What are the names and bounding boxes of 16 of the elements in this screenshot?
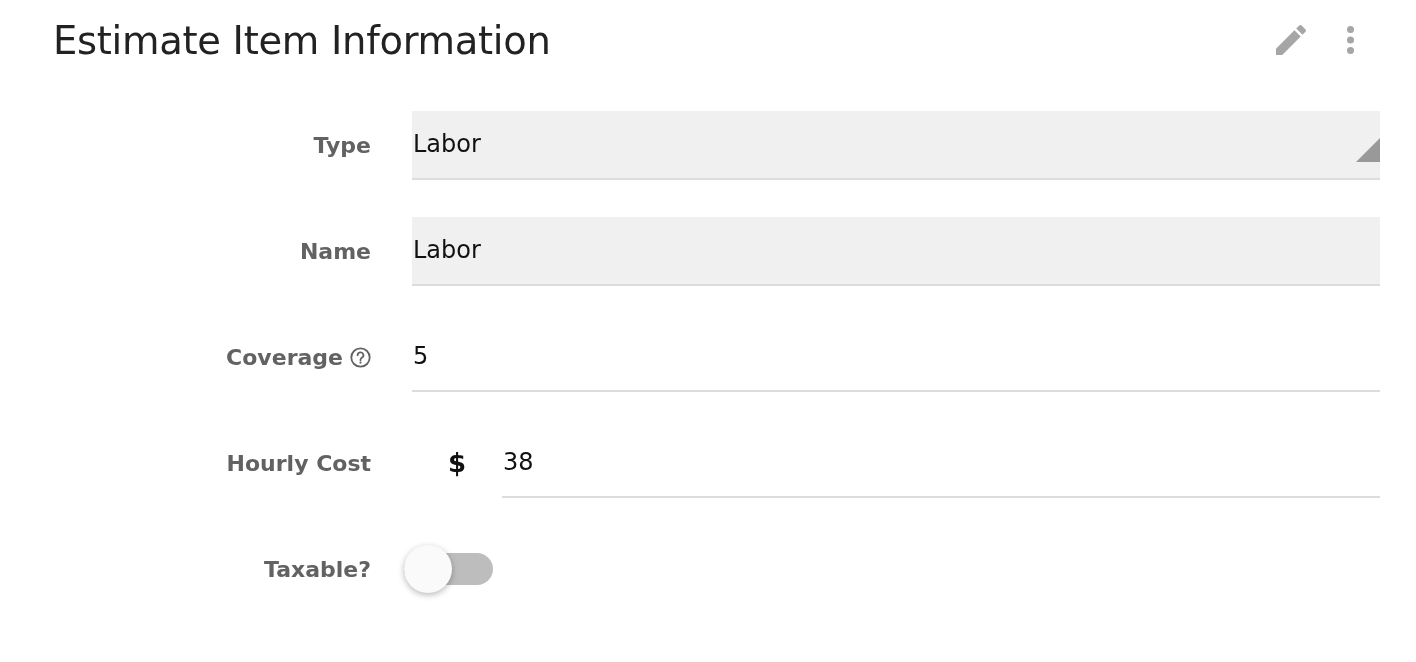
card-title: Estimate Item Information — [53, 17, 551, 63]
more-options-icon[interactable] — [1347, 26, 1354, 54]
field-label: Coverage — [226, 344, 343, 370]
text-field[interactable]: 5 — [412, 322, 1380, 392]
pencil-icon[interactable] — [1276, 25, 1306, 55]
dropdown-triangle-icon — [1356, 137, 1380, 162]
field-label: Taxable? — [263, 556, 371, 582]
currency-symbol: $ — [446, 448, 468, 478]
amount-field[interactable]: 38 — [502, 428, 1380, 498]
field-label: Name — [299, 238, 371, 264]
field-label: Type — [313, 132, 371, 158]
toggle-switch[interactable] — [404, 545, 493, 593]
text-field[interactable]: Labor — [412, 216, 1380, 286]
dropdown-field[interactable]: Labor — [412, 110, 1380, 180]
field-label: Hourly Cost — [226, 450, 371, 476]
help-icon[interactable] — [350, 346, 371, 368]
